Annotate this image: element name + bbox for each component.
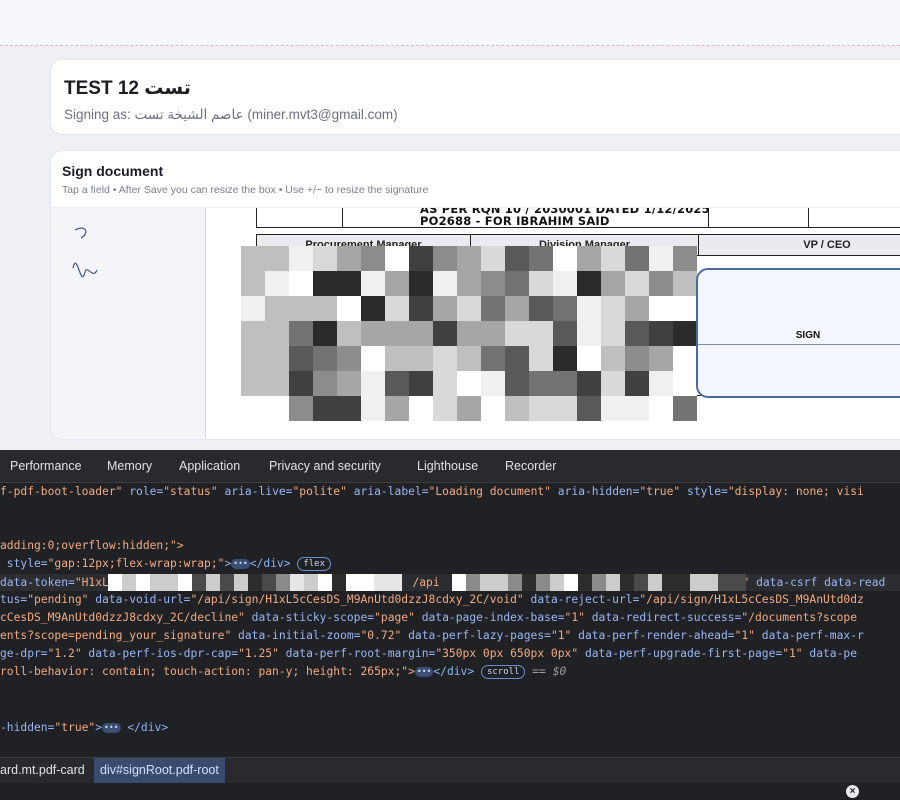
dom-line[interactable]: adding:0;overflow:hidden;"> xyxy=(0,537,900,554)
pen-scribble-mark xyxy=(72,227,98,278)
signing-as-label: Signing as: عاصم الشيخة تست (miner.mvt3@… xyxy=(64,107,398,122)
tab-performance[interactable]: Performance xyxy=(10,459,82,473)
document-title: TEST 12 تست xyxy=(64,78,191,99)
ellipsis-badge[interactable]: ••• xyxy=(102,723,121,733)
top-bar xyxy=(0,0,900,46)
tab-lighthouse[interactable]: Lighthouse xyxy=(417,459,478,473)
dom-line-selected[interactable]: data-token="H1xL5c/apif" data-csrf data-… xyxy=(0,574,900,591)
devtools-panel: Performance Memory Application Privacy a… xyxy=(0,450,900,800)
dom-line[interactable]: roll-behavior: contain; touch-action: pa… xyxy=(0,663,900,680)
tab-application[interactable]: Application xyxy=(179,459,240,473)
breadcrumb-item[interactable]: ard.mt.pdf-card xyxy=(0,763,85,777)
signature-underline xyxy=(698,344,900,345)
ellipsis-badge[interactable]: ••• xyxy=(231,559,250,569)
dom-line[interactable]: -hidden="true"> ••• </div> xyxy=(0,719,900,736)
pdf-col-vp-ceo: VP / CEO xyxy=(803,239,851,251)
breadcrumb-item-selected[interactable]: div#signRoot.pdf-root xyxy=(94,758,225,784)
signing-page: TEST 12 تست Signing as: عاصم الشيخة تست … xyxy=(0,0,900,450)
breadcrumb: ard.mt.pdf-card div#signRoot.pdf-root xyxy=(0,757,900,784)
tab-privacy-security[interactable]: Privacy and security xyxy=(269,459,381,473)
dom-line[interactable]: style="gap:12px;flex-wrap:wrap;"> ••• </di… xyxy=(0,555,900,572)
dom-line[interactable]: f-pdf-boot-loader" role="status" aria-li… xyxy=(0,483,900,500)
dom-line[interactable]: cCesDS_M9AnUtd0dzzJ8cdxy_2C/decline" dat… xyxy=(0,609,900,626)
tab-recorder[interactable]: Recorder xyxy=(505,459,556,473)
devtools-tab-bar: Performance Memory Application Privacy a… xyxy=(0,450,900,483)
devtools-footer: × xyxy=(0,783,900,800)
dom-line[interactable]: ents?scope=pending_your_signature" data-… xyxy=(0,627,900,644)
selected-node-marker: == $0 xyxy=(532,665,567,678)
sign-card-hint: Tap a field • After Save you can resize … xyxy=(62,184,429,196)
scroll-badge[interactable]: scroll xyxy=(480,665,526,679)
redacted-signatures xyxy=(241,246,697,421)
pdf-page: AS PER RQN 10 / 2030001 DATED 1/12/2025 … xyxy=(205,208,900,439)
sign-document-card: Sign document Tap a field • After Save y… xyxy=(50,150,900,440)
sign-card-header: Sign document Tap a field • After Save y… xyxy=(51,151,900,208)
signature-field[interactable]: SIGN xyxy=(696,268,900,398)
flex-badge[interactable]: flex xyxy=(297,557,332,571)
dom-line[interactable]: tus="pending" data-void-url="/api/sign/H… xyxy=(0,591,900,608)
sign-label: SIGN xyxy=(795,330,821,341)
redacted-token xyxy=(108,574,402,591)
close-icon[interactable]: × xyxy=(846,785,859,798)
document-title-card: TEST 12 تست Signing as: عاصم الشيخة تست … xyxy=(50,59,900,135)
pdf-reference-line: PO2688 - FOR IBRAHIM SAID xyxy=(420,214,610,228)
redacted-token xyxy=(452,574,746,591)
elements-tree[interactable]: f-pdf-boot-loader" role="status" aria-li… xyxy=(0,483,900,753)
ellipsis-badge[interactable]: ••• xyxy=(414,667,434,677)
sign-card-heading: Sign document xyxy=(62,163,164,179)
pdf-viewport[interactable]: AS PER RQN 10 / 2030001 DATED 1/12/2025 … xyxy=(51,208,900,439)
dom-line[interactable]: ge-dpr="1.2" data-perf-ios-dpr-cap="1.25… xyxy=(0,645,900,662)
tab-memory[interactable]: Memory xyxy=(107,459,152,473)
